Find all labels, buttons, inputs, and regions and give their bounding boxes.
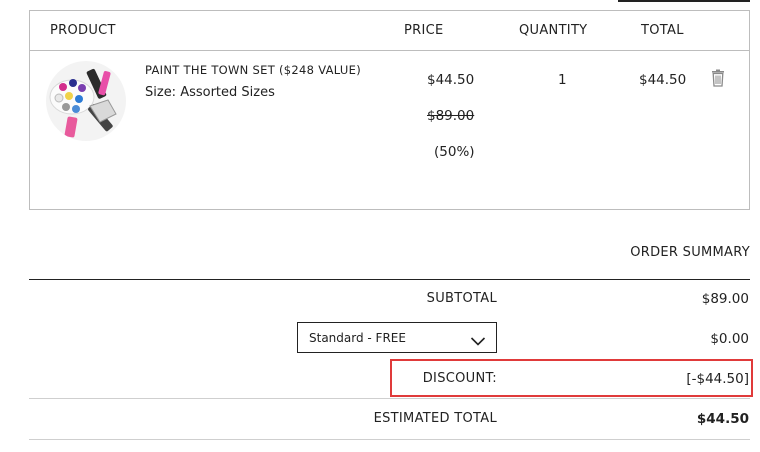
subtotal-value: $89.00 xyxy=(701,291,749,307)
divider xyxy=(29,439,750,440)
quantity-value[interactable]: 1 xyxy=(558,72,567,88)
header-total: TOTAL xyxy=(641,23,684,38)
subtotal-label: SUBTOTAL xyxy=(426,291,497,306)
original-price: $89.00 xyxy=(427,108,475,124)
discount-label: DISCOUNT: xyxy=(422,371,497,386)
product-image[interactable] xyxy=(46,61,126,141)
discount-percent: (50%) xyxy=(434,144,475,160)
product-size: Size: Assorted Sizes xyxy=(145,85,275,100)
shipping-value: $0.00 xyxy=(710,331,749,347)
header-quantity: QUANTITY xyxy=(519,23,588,38)
product-name[interactable]: PAINT THE TOWN SET ($248 VALUE) xyxy=(145,63,361,77)
line-total: $44.50 xyxy=(639,72,687,88)
cart-table-header: PRODUCT PRICE QUANTITY TOTAL xyxy=(30,11,749,51)
estimated-total-label: ESTIMATED TOTAL xyxy=(373,411,497,426)
summary-divider xyxy=(29,279,750,280)
shipping-method-select[interactable]: Standard - FREE xyxy=(297,322,497,353)
order-summary-title: ORDER SUMMARY xyxy=(630,245,750,260)
trash-icon[interactable] xyxy=(711,69,725,87)
chevron-down-icon xyxy=(470,332,486,346)
header-price: PRICE xyxy=(404,23,444,38)
sale-price: $44.50 xyxy=(427,72,475,88)
shipping-selected-value: Standard - FREE xyxy=(309,331,406,345)
discount-value: [-$44.50] xyxy=(686,371,749,387)
active-tab-indicator xyxy=(618,0,750,2)
cart-table: PRODUCT PRICE QUANTITY TOTAL PAINT THE T… xyxy=(29,10,750,210)
estimated-total-value: $44.50 xyxy=(696,411,749,427)
divider xyxy=(29,398,750,399)
header-product: PRODUCT xyxy=(50,23,116,38)
